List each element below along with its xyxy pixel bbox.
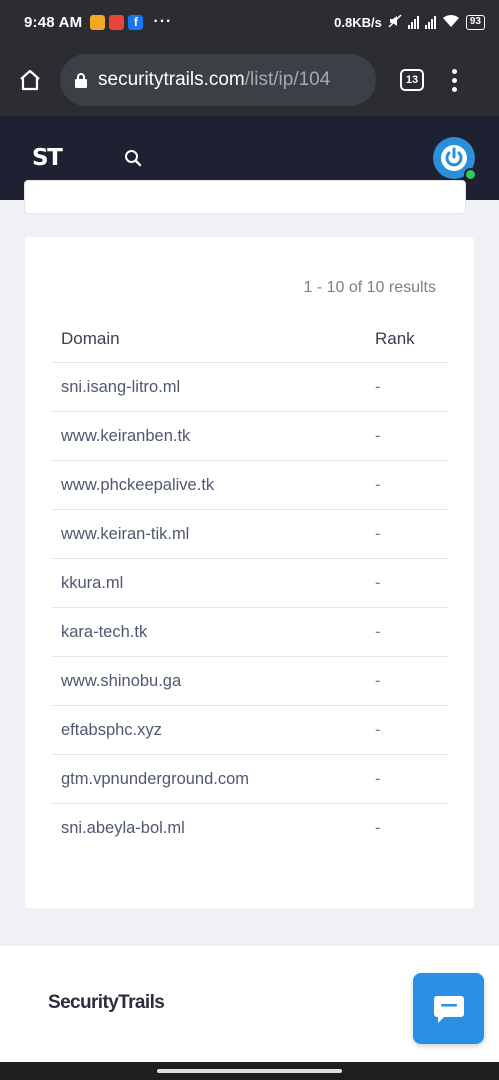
domain-link[interactable]: www.shinobu.ga bbox=[51, 672, 375, 691]
table-row: www.keiranben.tk - bbox=[51, 412, 448, 461]
domain-link[interactable]: www.keiran-tik.ml bbox=[51, 525, 375, 544]
rank-value: - bbox=[375, 720, 381, 739]
table-row: www.keiran-tik.ml - bbox=[51, 510, 448, 559]
domains-table: Domain Rank sni.isang-litro.ml - www.kei… bbox=[51, 315, 448, 853]
table-row: www.shinobu.ga - bbox=[51, 657, 448, 706]
rank-value: - bbox=[375, 819, 381, 837]
table-row: kkura.ml - bbox=[51, 559, 448, 608]
table-row: eftabsphc.xyz - bbox=[51, 706, 448, 755]
rank-value: - bbox=[375, 622, 381, 641]
wifi-icon bbox=[442, 14, 460, 31]
rank-value: - bbox=[375, 426, 381, 445]
user-avatar[interactable] bbox=[433, 137, 477, 181]
table-row: www.phckeepalive.tk - bbox=[51, 461, 448, 510]
menu-dot-icon bbox=[452, 86, 457, 92]
rank-value: - bbox=[375, 769, 381, 788]
browser-menu-button[interactable] bbox=[452, 68, 457, 92]
rank-value: - bbox=[375, 573, 381, 592]
menu-dot-icon bbox=[452, 77, 457, 83]
notes-app-icon bbox=[90, 14, 106, 30]
domain-link[interactable]: www.keiranben.tk bbox=[51, 427, 375, 446]
shopping-app-icon bbox=[109, 14, 125, 30]
address-bar[interactable]: securitytrails.com/list/ip/104 bbox=[60, 54, 376, 106]
results-count: 1 - 10 of 10 results bbox=[303, 279, 436, 296]
domain-link[interactable]: gtm.vpnunderground.com bbox=[51, 770, 375, 789]
tab-switcher-button[interactable]: 13 bbox=[400, 69, 424, 91]
more-notifications-icon: ··· bbox=[153, 13, 173, 30]
url-text: securitytrails.com/list/ip/104 bbox=[98, 69, 330, 91]
network-speed: 0.8KB/s bbox=[334, 14, 382, 30]
browser-toolbar: securitytrails.com/list/ip/104 13 bbox=[0, 44, 499, 116]
mute-icon bbox=[388, 13, 402, 31]
rank-value: - bbox=[375, 671, 381, 690]
signal-icon-2 bbox=[424, 15, 436, 29]
url-host: securitytrails.com bbox=[98, 69, 245, 90]
search-button[interactable] bbox=[121, 146, 145, 170]
system-navigation-bar bbox=[0, 1062, 499, 1080]
table-row: sni.abeyla-bol.ml - bbox=[51, 804, 448, 853]
table-row: sni.isang-litro.ml - bbox=[51, 363, 448, 412]
domain-link[interactable]: eftabsphc.xyz bbox=[51, 721, 375, 740]
rank-value: - bbox=[375, 524, 381, 543]
menu-dot-icon bbox=[452, 68, 457, 74]
filter-dropdown[interactable] bbox=[24, 180, 466, 214]
rank-value: - bbox=[375, 377, 381, 396]
rank-value: - bbox=[375, 475, 381, 494]
home-icon bbox=[20, 69, 40, 91]
tab-count: 13 bbox=[405, 74, 419, 86]
online-status-dot bbox=[464, 168, 477, 181]
table-row: kara-tech.tk - bbox=[51, 608, 448, 657]
status-bar: 9:48 AM f ··· 0.8KB/s 93 bbox=[0, 0, 499, 44]
chat-bubble-icon bbox=[433, 995, 464, 1023]
chat-button[interactable] bbox=[413, 973, 484, 1044]
home-button[interactable] bbox=[0, 44, 60, 116]
domain-link[interactable]: www.phckeepalive.tk bbox=[51, 476, 375, 495]
facebook-icon: f bbox=[128, 14, 144, 30]
results-card: 1 - 10 of 10 results Domain Rank sni.isa… bbox=[25, 237, 474, 908]
column-header-rank: Rank bbox=[375, 328, 415, 348]
signal-icon-1 bbox=[407, 15, 419, 29]
battery-indicator: 93 bbox=[465, 14, 485, 30]
lock-icon bbox=[75, 72, 87, 88]
search-icon bbox=[125, 150, 142, 167]
domain-link[interactable]: kkura.ml bbox=[51, 574, 375, 593]
footer-brand-logo[interactable]: SecurityTrails bbox=[48, 992, 165, 1014]
column-header-domain: Domain bbox=[61, 328, 120, 348]
table-header: Domain Rank bbox=[51, 315, 448, 363]
table-row: gtm.vpnunderground.com - bbox=[51, 755, 448, 804]
gesture-handle[interactable] bbox=[157, 1069, 342, 1073]
status-time: 9:48 AM bbox=[24, 13, 83, 31]
domain-link[interactable]: kara-tech.tk bbox=[51, 623, 375, 642]
power-icon bbox=[441, 145, 467, 171]
st-logo[interactable]: ST bbox=[32, 145, 63, 171]
domain-link[interactable]: sni.isang-litro.ml bbox=[51, 378, 375, 397]
notification-icons: f bbox=[90, 14, 144, 30]
url-path: /list/ip/104 bbox=[244, 69, 331, 90]
domain-link[interactable]: sni.abeyla-bol.ml bbox=[51, 819, 375, 838]
